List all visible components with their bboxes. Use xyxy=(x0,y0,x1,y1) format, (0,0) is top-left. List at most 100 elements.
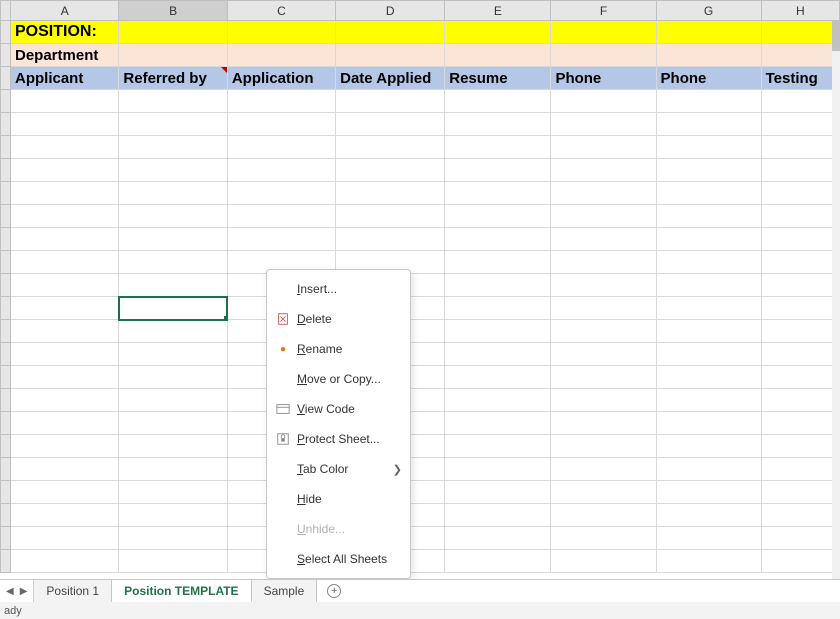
cell-G4[interactable] xyxy=(656,90,761,113)
row-23[interactable] xyxy=(1,527,840,550)
cell-B7[interactable] xyxy=(119,159,227,182)
row-3[interactable]: Applicant Referred by Application Date A… xyxy=(1,67,840,90)
menu-item-protect[interactable]: Protect Sheet... xyxy=(267,424,410,454)
row-15[interactable] xyxy=(1,343,840,366)
cell-H8[interactable] xyxy=(761,182,839,205)
menu-item-delete[interactable]: Delete xyxy=(267,304,410,334)
cell-D5[interactable] xyxy=(336,113,445,136)
row-9[interactable] xyxy=(1,205,840,228)
cell-E21[interactable] xyxy=(445,481,551,504)
cell-E15[interactable] xyxy=(445,343,551,366)
cell-A2[interactable]: Department xyxy=(11,44,119,67)
cell-B14[interactable] xyxy=(119,320,227,343)
cell-B2[interactable] xyxy=(119,44,227,67)
cell-D10[interactable] xyxy=(336,228,445,251)
cell-F3[interactable]: Phone xyxy=(551,67,656,90)
cell-H13[interactable] xyxy=(761,297,839,320)
row-header-3[interactable] xyxy=(1,67,11,90)
row-header-9[interactable] xyxy=(1,205,11,228)
cell-D6[interactable] xyxy=(336,136,445,159)
cell-G5[interactable] xyxy=(656,113,761,136)
row-13[interactable] xyxy=(1,297,840,320)
cell-A6[interactable] xyxy=(11,136,119,159)
cell-E7[interactable] xyxy=(445,159,551,182)
row-header-11[interactable] xyxy=(1,251,11,274)
row-header-15[interactable] xyxy=(1,343,11,366)
cell-G11[interactable] xyxy=(656,251,761,274)
cell-B23[interactable] xyxy=(119,527,227,550)
cell-A19[interactable] xyxy=(11,435,119,458)
cell-G20[interactable] xyxy=(656,458,761,481)
cell-E16[interactable] xyxy=(445,366,551,389)
cell-A3[interactable]: Applicant xyxy=(11,67,119,90)
row-header-7[interactable] xyxy=(1,159,11,182)
cell-E8[interactable] xyxy=(445,182,551,205)
row-4[interactable] xyxy=(1,90,840,113)
cell-G10[interactable] xyxy=(656,228,761,251)
cell-A24[interactable] xyxy=(11,550,119,573)
cell-D4[interactable] xyxy=(336,90,445,113)
row-21[interactable] xyxy=(1,481,840,504)
cell-B8[interactable] xyxy=(119,182,227,205)
cell-D2[interactable] xyxy=(336,44,445,67)
cell-D9[interactable] xyxy=(336,205,445,228)
cell-C9[interactable] xyxy=(227,205,335,228)
cell-F20[interactable] xyxy=(551,458,656,481)
cell-A14[interactable] xyxy=(11,320,119,343)
cell-C10[interactable] xyxy=(227,228,335,251)
cell-F15[interactable] xyxy=(551,343,656,366)
row-header-18[interactable] xyxy=(1,412,11,435)
sheet-tab-position-template[interactable]: Position TEMPLATE xyxy=(112,580,251,603)
cell-H2[interactable] xyxy=(761,44,839,67)
cell-H11[interactable] xyxy=(761,251,839,274)
row-header-20[interactable] xyxy=(1,458,11,481)
cell-H4[interactable] xyxy=(761,90,839,113)
cell-G9[interactable] xyxy=(656,205,761,228)
cell-H9[interactable] xyxy=(761,205,839,228)
row-header-16[interactable] xyxy=(1,366,11,389)
row-24[interactable] xyxy=(1,550,840,573)
cell-F6[interactable] xyxy=(551,136,656,159)
cell-G17[interactable] xyxy=(656,389,761,412)
cell-H14[interactable] xyxy=(761,320,839,343)
cell-G8[interactable] xyxy=(656,182,761,205)
cell-E14[interactable] xyxy=(445,320,551,343)
sheet-tab-context-menu[interactable]: Insert...Delete●RenameMove or Copy...Vie… xyxy=(266,269,411,579)
cell-A17[interactable] xyxy=(11,389,119,412)
cell-G22[interactable] xyxy=(656,504,761,527)
cell-C6[interactable] xyxy=(227,136,335,159)
row-2[interactable]: Department xyxy=(1,44,840,67)
row-11[interactable] xyxy=(1,251,840,274)
vertical-scrollbar-thumb[interactable] xyxy=(832,21,840,51)
row-header-5[interactable] xyxy=(1,113,11,136)
cell-A8[interactable] xyxy=(11,182,119,205)
cell-D7[interactable] xyxy=(336,159,445,182)
cell-H22[interactable] xyxy=(761,504,839,527)
cell-G23[interactable] xyxy=(656,527,761,550)
cell-H10[interactable] xyxy=(761,228,839,251)
cell-F12[interactable] xyxy=(551,274,656,297)
cell-E1[interactable] xyxy=(445,21,551,44)
cell-G24[interactable] xyxy=(656,550,761,573)
cell-H24[interactable] xyxy=(761,550,839,573)
cell-C3[interactable]: Application xyxy=(227,67,335,90)
cell-H12[interactable] xyxy=(761,274,839,297)
sheet-tab-sample[interactable]: Sample xyxy=(252,580,318,602)
cell-C8[interactable] xyxy=(227,182,335,205)
col-header-B[interactable]: B xyxy=(119,1,227,21)
cell-C1[interactable] xyxy=(227,21,335,44)
cell-F2[interactable] xyxy=(551,44,656,67)
row-7[interactable] xyxy=(1,159,840,182)
cell-A9[interactable] xyxy=(11,205,119,228)
cell-B5[interactable] xyxy=(119,113,227,136)
cell-B12[interactable] xyxy=(119,274,227,297)
cell-A15[interactable] xyxy=(11,343,119,366)
cell-C4[interactable] xyxy=(227,90,335,113)
cell-D3[interactable]: Date Applied xyxy=(336,67,445,90)
cell-F17[interactable] xyxy=(551,389,656,412)
cell-E19[interactable] xyxy=(445,435,551,458)
row-header-6[interactable] xyxy=(1,136,11,159)
sheet-tab-position-1[interactable]: Position 1 xyxy=(34,580,112,602)
row-5[interactable] xyxy=(1,113,840,136)
new-sheet-button[interactable]: + xyxy=(317,580,351,602)
